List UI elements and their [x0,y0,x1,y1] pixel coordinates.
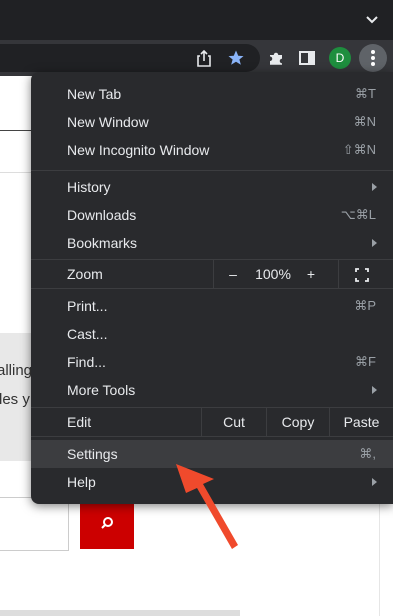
pointer-arrow-icon [176,464,238,549]
